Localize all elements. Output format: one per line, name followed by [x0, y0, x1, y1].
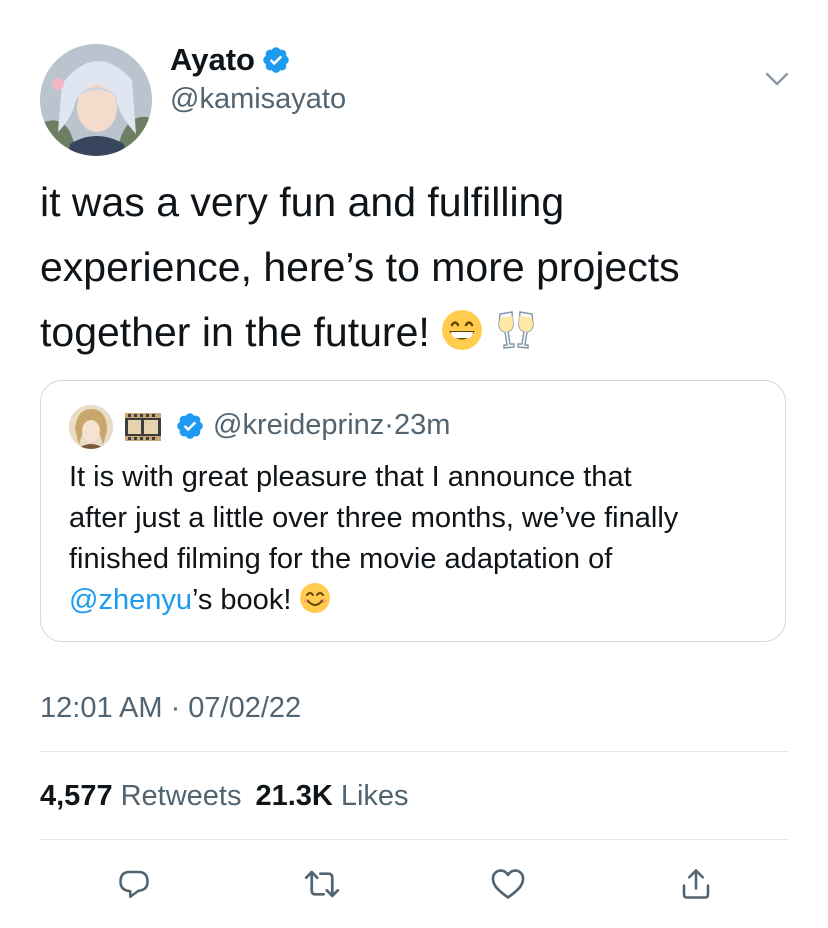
divider [40, 751, 788, 752]
quoted-author-handle[interactable]: @kreideprinz·23m [213, 407, 450, 443]
author-handle[interactable]: @kamisayato [170, 82, 346, 116]
tweet-line: experience, here’s to more projects [40, 244, 680, 290]
clinking-glasses-emoji-icon [498, 311, 534, 349]
engagement-stats: 4,577 Retweets 21.3K Likes [40, 778, 423, 814]
retweet-button[interactable] [302, 864, 342, 904]
likes-stat[interactable]: 21.3K Likes [255, 780, 422, 812]
quoted-separator: · [384, 409, 394, 441]
verified-badge-icon [263, 47, 289, 73]
quoted-line: @zhenyu’s book! [69, 580, 769, 621]
likes-count: 21.3K [255, 780, 333, 812]
author-display-name[interactable]: Ayato [170, 42, 291, 78]
retweets-label: Retweets [120, 780, 242, 812]
grinning-face-emoji-icon [441, 310, 482, 350]
quoted-line: finished filming for the movie adaptatio… [69, 543, 613, 575]
likes-label: Likes [340, 780, 409, 812]
quoted-author-avatar[interactable] [69, 405, 113, 449]
tweet-line: it was a very fun and fulfilling [40, 179, 565, 225]
film-strip-emoji-icon [123, 407, 163, 447]
tweet-text: it was a very fun and fulfilling experie… [40, 170, 800, 365]
quoted-handle-text: @kreideprinz [213, 409, 385, 441]
reply-button[interactable] [114, 864, 154, 904]
quoted-line-rest: ’s book! [191, 584, 292, 616]
reply-icon [119, 870, 149, 899]
more-options-chevron-down-icon[interactable] [764, 66, 790, 92]
quoted-line: It is with great pleasure that I announc… [69, 461, 632, 493]
tweet-line: together in the future! [40, 300, 800, 365]
quoted-line: after just a little over three months, w… [69, 502, 679, 534]
retweet-icon [304, 870, 340, 898]
divider [40, 839, 788, 840]
retweets-stat[interactable]: 4,577 Retweets [40, 780, 255, 812]
author-avatar[interactable] [40, 44, 152, 156]
retweets-count: 4,577 [40, 780, 113, 812]
tweet-timestamp[interactable]: 12:01 AM · 07/02/22 [40, 690, 301, 726]
share-icon [682, 869, 710, 899]
quoted-tweet-text: It is with great pleasure that I announc… [69, 457, 769, 621]
author-name-text: Ayato [170, 42, 255, 77]
share-button[interactable] [676, 864, 716, 904]
heart-icon [491, 869, 525, 899]
tweet-line-text: together in the future! [40, 309, 430, 355]
mention-link[interactable]: @zhenyu [69, 584, 192, 616]
smiling-face-emoji-icon [300, 583, 331, 613]
quoted-time: 23m [393, 409, 451, 441]
quoted-verified-badge-icon [177, 413, 203, 439]
like-button[interactable] [488, 864, 528, 904]
quoted-tweet-card[interactable]: @kreideprinz·23m It is with great pleasu… [40, 380, 786, 642]
